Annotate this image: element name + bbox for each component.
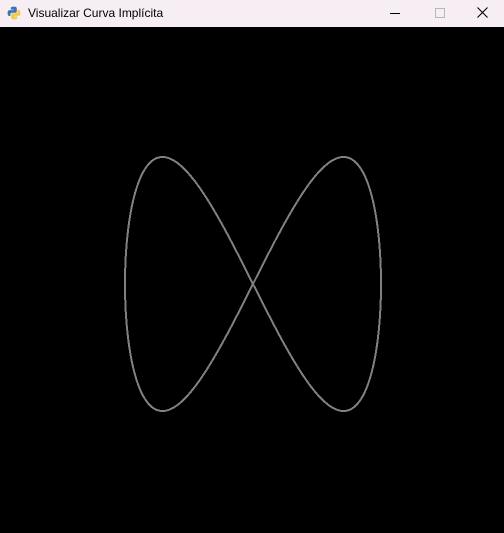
maximize-icon: [435, 7, 445, 21]
window-title: Visualizar Curva Implícita: [28, 6, 164, 20]
minimize-button[interactable]: [373, 0, 417, 27]
title-bar[interactable]: Visualizar Curva Implícita: [0, 0, 504, 27]
close-button[interactable]: [460, 0, 504, 27]
python-icon: [7, 6, 21, 20]
curve-plot: [124, 155, 382, 413]
maximize-button[interactable]: [418, 0, 462, 27]
close-icon: [476, 6, 488, 21]
app-window: Visualizar Curva Implícita: [0, 0, 504, 533]
minimize-icon: [390, 7, 400, 21]
implicit-curve: [124, 155, 382, 413]
drawing-canvas[interactable]: [0, 27, 504, 533]
